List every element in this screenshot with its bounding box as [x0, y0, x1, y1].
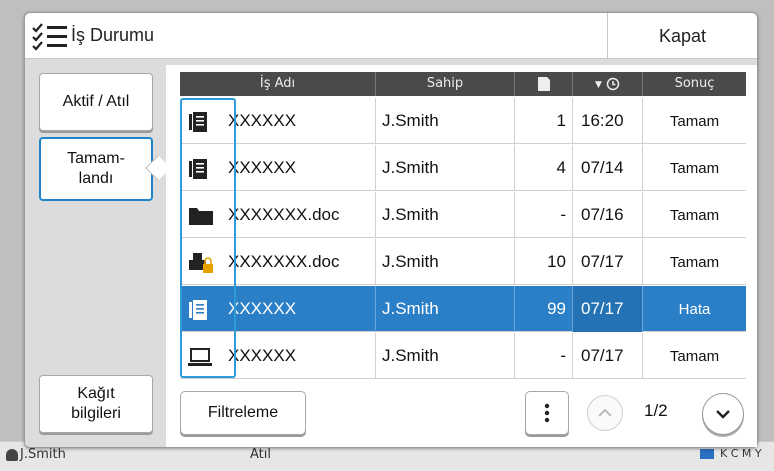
job-result: Tamam: [669, 206, 720, 224]
job-pages: 10: [515, 239, 573, 285]
ink-icon: [700, 449, 714, 459]
job-pages: 99: [515, 286, 573, 332]
user-icon: [6, 448, 18, 461]
more-options-button[interactable]: [525, 391, 569, 435]
job-owner: J.Smith: [376, 239, 515, 285]
job-owner: J.Smith: [376, 145, 515, 191]
completed-label-2: landı: [78, 170, 114, 187]
vertical-ellipsis-icon: [544, 403, 550, 423]
table-header: İş Adı Sahip ▼ Sonuç: [180, 72, 746, 96]
job-result: Tamam: [669, 112, 720, 130]
page-down-button[interactable]: [702, 393, 744, 435]
paper-info-label-2: bilgileri: [71, 405, 121, 422]
column-result[interactable]: Sonuç: [643, 72, 746, 96]
table-row[interactable]: XXXXXX J.Smith 4 07/14 Tamam: [180, 145, 746, 191]
column-time[interactable]: ▼: [573, 72, 643, 96]
pages-icon: [537, 76, 550, 91]
job-result: Tamam: [669, 253, 720, 271]
job-name: XXXXXX: [180, 333, 376, 379]
background-ink-indicators: K C M Y: [700, 447, 762, 460]
active-idle-button[interactable]: Aktif / Atıl: [39, 73, 153, 131]
job-owner: J.Smith: [376, 333, 515, 379]
job-pages: 1: [515, 98, 573, 144]
table-row[interactable]: XXXXXX J.Smith -07/17 Tamam: [180, 333, 746, 379]
filter-button[interactable]: Filtreleme: [180, 391, 306, 435]
background-user: J.Smith: [6, 447, 66, 462]
clock-icon: [606, 77, 620, 90]
job-result: Hata: [678, 300, 711, 318]
job-time: 07/17: [573, 333, 643, 379]
table-row[interactable]: XXXXXX J.Smith 99 07/17 Hata: [180, 286, 746, 332]
column-pages[interactable]: [515, 72, 573, 96]
dialog-title: İş Durumu: [71, 25, 155, 45]
page-indicator: 1/2: [644, 401, 668, 420]
job-owner: J.Smith: [376, 286, 515, 332]
job-list-panel: İş Adı Sahip ▼ Sonuç XXXXXX J.Smith 1 16:20…: [166, 65, 757, 447]
job-name: XXXXXX: [180, 145, 376, 191]
job-owner: J.Smith: [376, 98, 515, 144]
job-time: 16:20: [573, 98, 643, 144]
completed-button[interactable]: Tamam-landı: [39, 137, 153, 201]
job-status-dialog: İş Durumu Kapat Aktif / Atıl Tamam-landı…: [24, 12, 758, 448]
column-job-name[interactable]: İş Adı: [180, 72, 376, 96]
chevron-down-icon: [716, 410, 730, 419]
title-bar: İş Durumu Kapat: [25, 13, 757, 59]
job-owner: J.Smith: [376, 192, 515, 238]
chevron-up-icon: [598, 408, 612, 417]
table-row[interactable]: XXXXXX J.Smith 1 16:20 Tamam: [180, 98, 746, 144]
job-time: 07/17: [573, 286, 643, 332]
job-name: XXXXXXX.doc: [180, 239, 376, 285]
job-name: XXXXXXX.doc: [180, 192, 376, 238]
paper-info-label-1: Kağıt: [77, 385, 115, 402]
close-button[interactable]: Kapat: [607, 13, 757, 59]
job-time: 07/14: [573, 145, 643, 191]
dialog-body: Aktif / Atıl Tamam-landı Kağıt bilgileri …: [25, 59, 757, 447]
sort-down-icon: ▼: [594, 80, 602, 90]
job-pages: -: [515, 333, 573, 379]
column-owner[interactable]: Sahip: [376, 72, 515, 96]
job-pages: -: [515, 192, 573, 238]
job-time: 07/17: [573, 239, 643, 285]
job-result: Tamam: [669, 347, 720, 365]
completed-label-1: Tamam-: [67, 150, 125, 167]
table-row[interactable]: XXXXXXX.doc J.Smith -07/16 Tamam: [180, 192, 746, 238]
paper-info-button[interactable]: Kağıt bilgileri: [39, 375, 153, 433]
job-result: Tamam: [669, 159, 720, 177]
background-status: Atıl: [250, 447, 271, 462]
page-up-button[interactable]: [587, 395, 623, 431]
job-time: 07/16: [573, 192, 643, 238]
table-row[interactable]: XXXXXXX.doc J.Smith 10 07/17 Tamam: [180, 239, 746, 285]
job-pages: 4: [515, 145, 573, 191]
job-list-icon: [32, 23, 67, 51]
job-name: XXXXXX: [180, 98, 376, 144]
job-name: XXXXXX: [180, 286, 376, 332]
